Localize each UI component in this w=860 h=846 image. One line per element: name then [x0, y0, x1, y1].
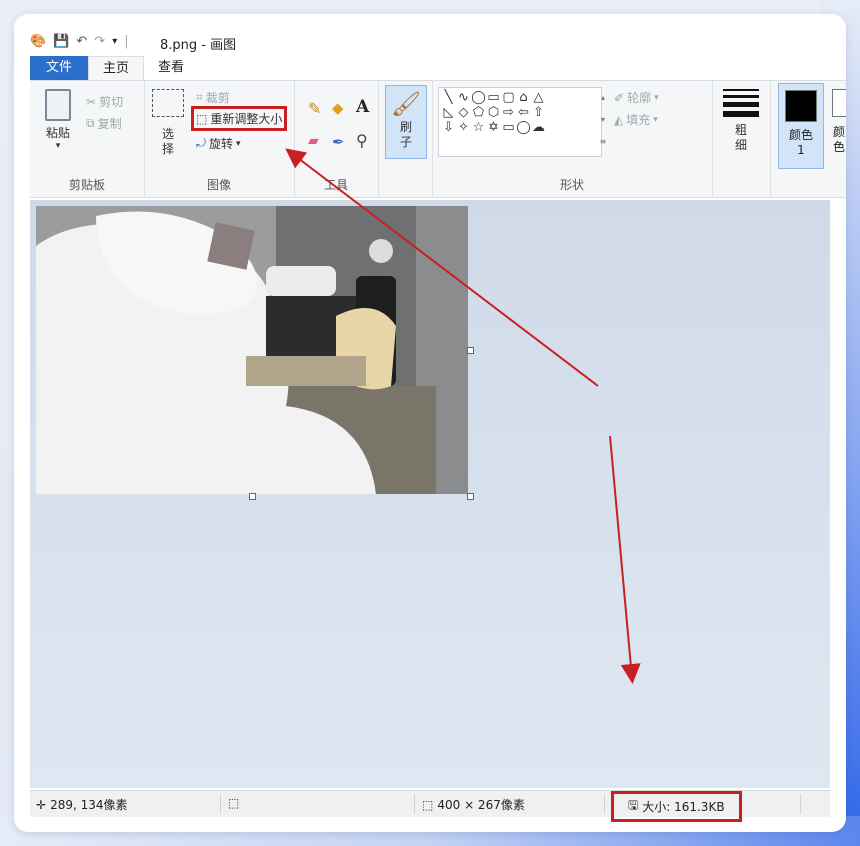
filesize-text: 大小: 161.3KB [642, 800, 725, 814]
file-size: 🖫 大小: 161.3KB [611, 791, 742, 822]
dimensions-text: 400 × 267像素 [437, 798, 525, 812]
cursor-coords: 289, 134像素 [50, 798, 128, 812]
selection-size: ⬚ [228, 796, 239, 810]
cursor-position: ✛ 289, 134像素 [36, 796, 128, 813]
disk-icon: 🖫 [628, 798, 639, 812]
status-separator [220, 794, 221, 814]
image-dimensions: ⬚ 400 × 267像素 [422, 796, 525, 813]
annotation-arrows [285, 148, 641, 684]
crosshair-icon: ✛ [36, 797, 47, 812]
arrow-to-filesize [609, 435, 641, 684]
dimensions-icon: ⬚ [422, 797, 434, 812]
arrow-to-resize [285, 148, 599, 387]
status-separator [604, 794, 605, 814]
selection-icon: ⬚ [228, 796, 240, 810]
status-separator [414, 794, 415, 814]
paint-window: 🎨 💾 ↶ ↷ ▾ | 8.png - 画图 文件 主页 查看 粘贴 ▾ ✂ 剪… [14, 14, 846, 832]
status-bar: ✛ 289, 134像素 ⬚ ⬚ 400 × 267像素 🖫 大小: 161.3… [30, 790, 830, 822]
status-separator [800, 794, 801, 814]
